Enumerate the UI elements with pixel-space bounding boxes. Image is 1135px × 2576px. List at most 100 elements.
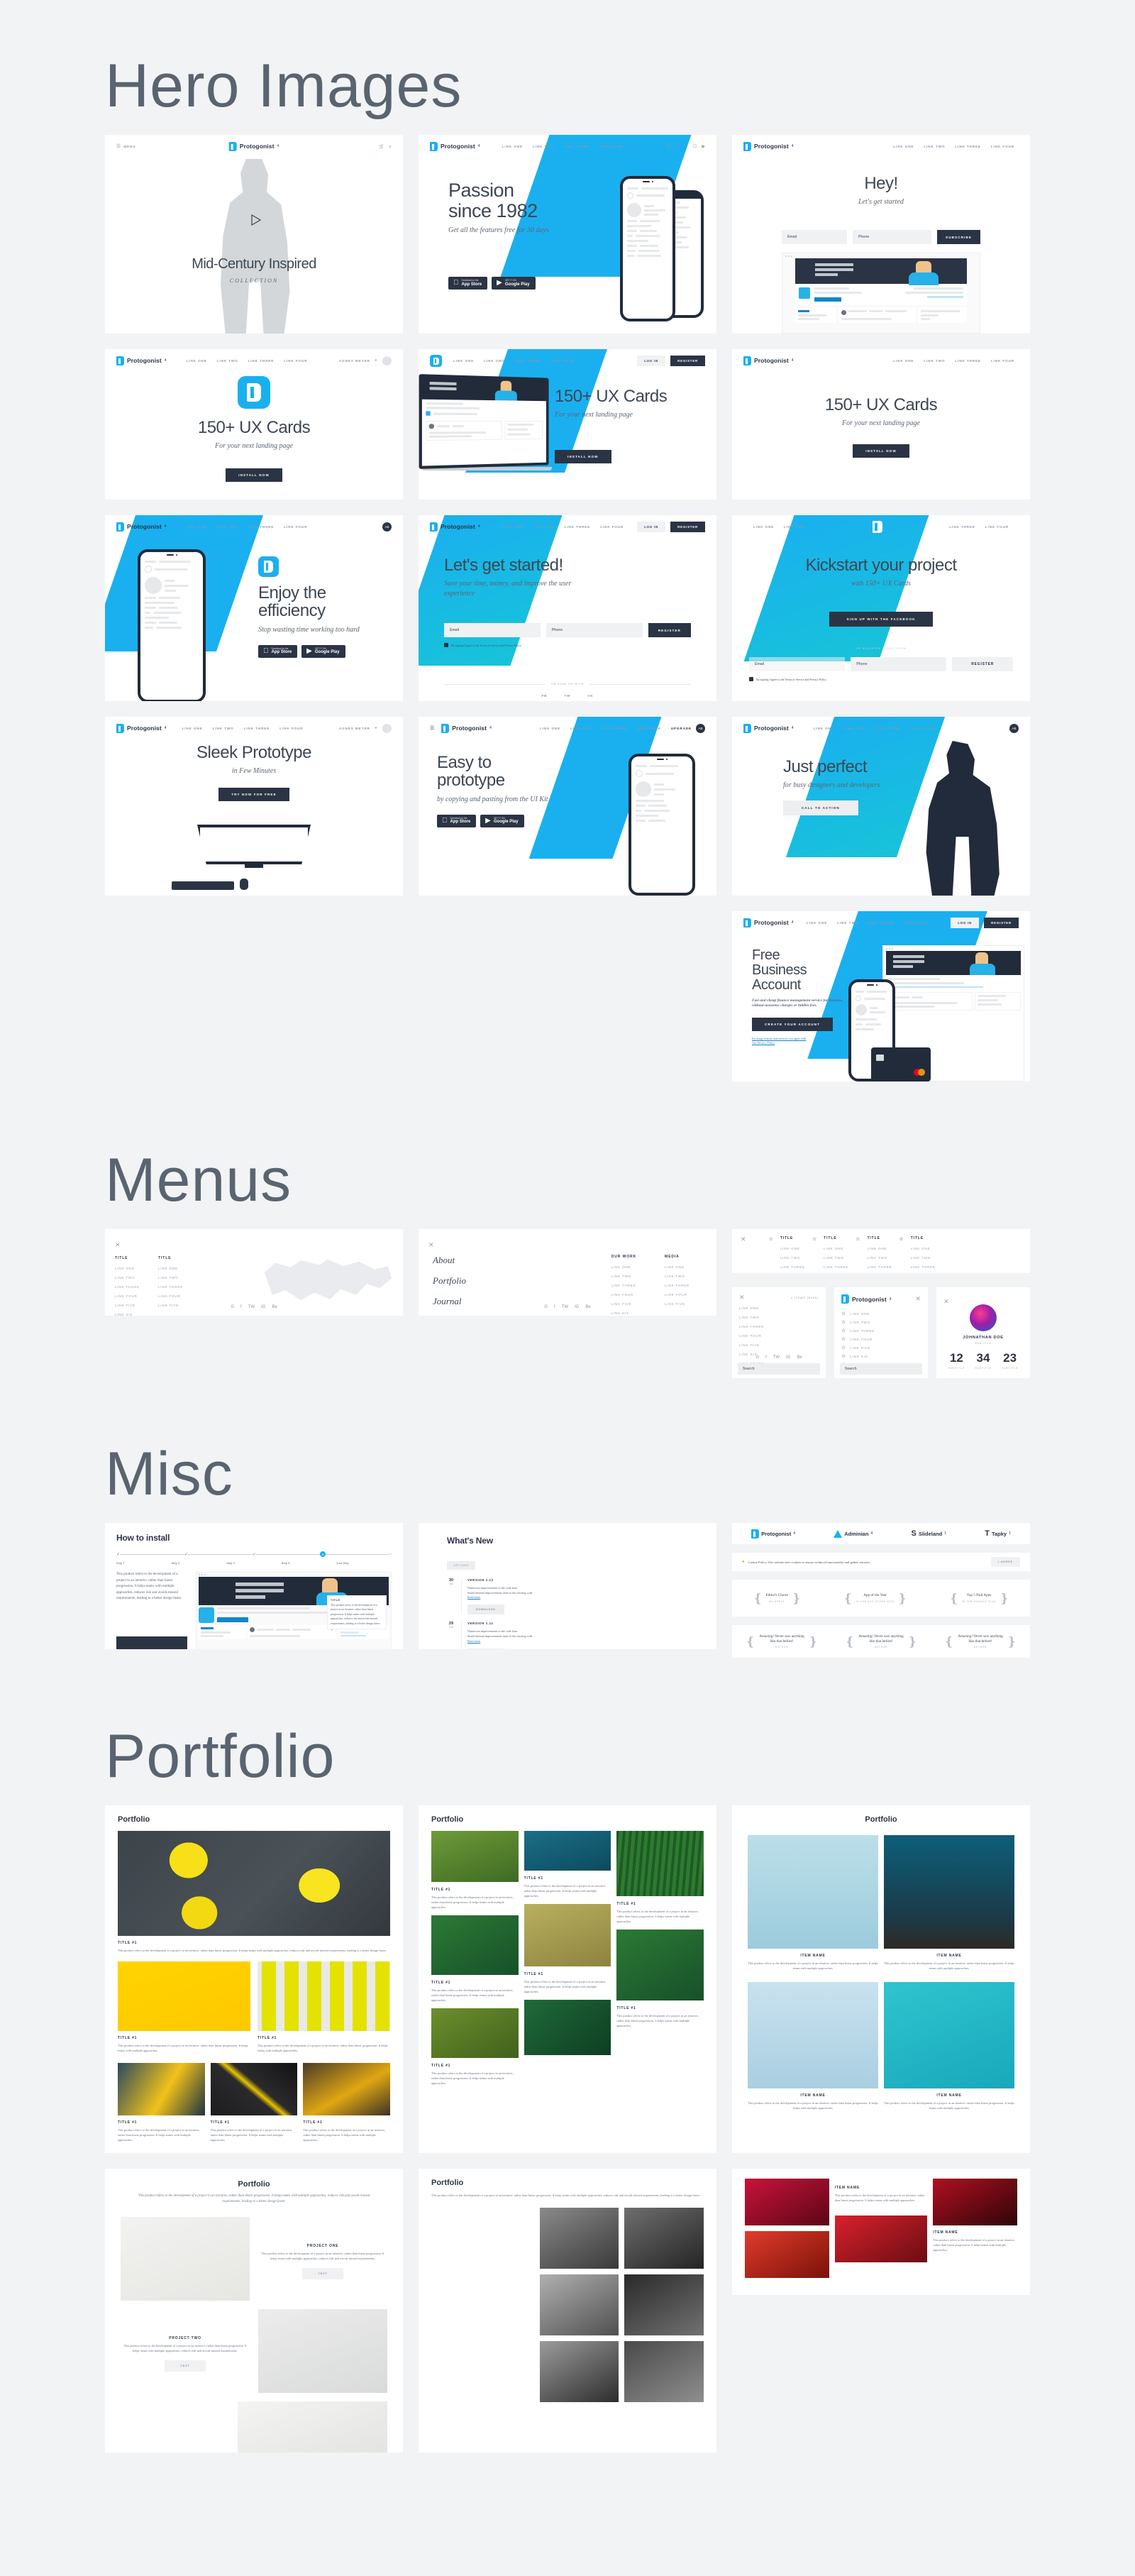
email-input[interactable]: Email: [782, 230, 847, 244]
menu-link[interactable]: LINK THREE: [611, 1284, 636, 1287]
brand-logo[interactable]: Protogonist 4: [441, 724, 492, 733]
menu-link[interactable]: LINK THREE: [158, 1285, 183, 1289]
hero-card-lets-get-started[interactable]: Protogonist 4 LINK ONE LINK TWO LINK THRE…: [419, 515, 716, 701]
nav-link-two[interactable]: LINK TWO: [533, 525, 555, 529]
email-input[interactable]: Email: [444, 623, 541, 637]
nav-link-four[interactable]: LINK FOUR: [911, 727, 934, 730]
menu-card-cart[interactable]: ✕ 4 ITEMS ($450) LINK ONE LINK TWO LINK …: [732, 1287, 826, 1378]
portfolio-image-leaves[interactable]: [431, 1915, 519, 1975]
nav-link-four[interactable]: LINK FOUR: [991, 359, 1014, 363]
protogonist-app-icon[interactable]: [430, 355, 442, 367]
facebook-login-icon[interactable]: FB: [541, 694, 547, 698]
instagram-icon[interactable]: IG: [575, 1305, 579, 1309]
brand-logo[interactable]: Protogonist 4: [116, 356, 167, 365]
nav-link-three[interactable]: LINK THREE: [248, 359, 275, 363]
avatar[interactable]: AB: [1009, 724, 1019, 733]
portfolio-image-red[interactable]: [835, 2216, 928, 2262]
nav-link-four[interactable]: LINK FOUR: [284, 525, 307, 529]
subscribe-button[interactable]: SUBSCRIBE: [937, 230, 980, 244]
step-active-dot[interactable]: 4: [320, 1551, 326, 1557]
nav-link-four[interactable]: LINK FOUR: [904, 921, 928, 925]
nav-item-about[interactable]: About: [433, 1255, 466, 1266]
login-button[interactable]: LOG IN: [637, 356, 665, 366]
nav-link-one[interactable]: LINK ONE: [814, 727, 834, 730]
install-now-button[interactable]: INSTALL NOW: [226, 468, 282, 482]
download-button[interactable]: DOWNLOAD: [467, 1605, 504, 1614]
facebook-icon[interactable]: ⛶: [676, 144, 679, 149]
register-button[interactable]: REGISTER: [984, 918, 1019, 928]
menu-link[interactable]: LINK ONE: [115, 1267, 140, 1270]
brand-logo[interactable]: Protogonist 4: [116, 522, 167, 532]
install-now-button[interactable]: INSTALL NOW: [853, 444, 909, 458]
protogonist-logo-icon[interactable]: [873, 521, 882, 533]
menu-link[interactable]: LINK THREE: [739, 1325, 819, 1328]
logo-protogonist[interactable]: Protogonist 4: [751, 1529, 795, 1539]
avatar[interactable]: [382, 356, 392, 365]
portfolio-image-bw[interactable]: [540, 2341, 619, 2402]
login-button[interactable]: LOG IN: [637, 522, 665, 532]
close-icon[interactable]: ✕: [943, 1298, 949, 1305]
close-icon[interactable]: ✕: [115, 1241, 121, 1248]
close-icon[interactable]: ✕: [915, 1296, 921, 1302]
nav-link-three[interactable]: LINK THREE: [244, 727, 270, 730]
menu-link[interactable]: LINK THREE: [824, 1265, 848, 1269]
menu-link[interactable]: LINK TWO: [115, 1276, 140, 1279]
menu-link[interactable]: LINK THREE: [115, 1285, 140, 1289]
portfolio-image-olives[interactable]: [431, 2008, 519, 2058]
vk-login-icon[interactable]: VK: [587, 694, 593, 698]
nav-link-three[interactable]: LINK THREE: [248, 525, 275, 529]
menu-link[interactable]: LINK TWO: [911, 1256, 936, 1260]
menu-card-profile[interactable]: ✕ JOHNATHAN DOE SUBTITLE 12 SUBTITLE 34: [936, 1287, 1030, 1378]
portfolio-image-red[interactable]: [745, 2179, 829, 2225]
portfolio-image-red[interactable]: [745, 2231, 829, 2278]
behance-icon[interactable]: Be: [797, 1355, 802, 1360]
brand-logo[interactable]: Protogonist 4: [116, 724, 167, 733]
nav-link-two[interactable]: LINK TWO: [484, 359, 505, 363]
hero-card-passion[interactable]: Protogonist 4 LINK ONE LINK TWO LINK THRE…: [419, 135, 716, 334]
nav-link-four[interactable]: LINK FOUR: [985, 525, 1009, 529]
portfolio-image-red[interactable]: [933, 2179, 1017, 2225]
portfolio-image-sky[interactable]: [748, 1982, 878, 2088]
portfolio-image-aerial[interactable]: [524, 1831, 611, 1871]
hero-card-efficiency[interactable]: Protogonist 4 LINK ONE LINK TWO LINK THRE…: [105, 515, 403, 701]
nav-link-three[interactable]: LINK THREE: [515, 359, 541, 363]
star-icon[interactable]: ☆: [841, 1328, 846, 1333]
app-store-button[interactable]:  Download on theApp Store: [437, 815, 476, 827]
nav-link-three[interactable]: LINK THREE: [565, 525, 591, 529]
portfolio-image-arch[interactable]: [258, 2309, 387, 2393]
search-input[interactable]: Search: [840, 1363, 922, 1375]
facebook-icon[interactable]: f: [240, 1305, 242, 1309]
google-play-button[interactable]: ▶ GET IT ON Google Play: [301, 645, 345, 658]
hero-card-ux-cards-plain[interactable]: Protogonist 4 LINK ONE LINK TWO LINK THRE…: [732, 349, 1030, 500]
menu-card-mega[interactable]: ✕ ☆ TITLE LINK ONE LINK TWO LINK THREE L…: [732, 1229, 1030, 1273]
menu-link[interactable]: LINK TWO: [824, 1256, 848, 1260]
portfolio-image-daisy[interactable]: [748, 1835, 878, 1949]
brand-logo[interactable]: Protogonist 4: [743, 142, 794, 151]
nav-link-two[interactable]: LINK TWO: [844, 727, 865, 730]
menu-card-starred[interactable]: Protogonist 4 ✕ ☆ LINK ONE ☆ LINK TWO ☆ LINK…: [834, 1287, 928, 1378]
portfolio-card-teal[interactable]: Portfolio ITEM NAME This product refers …: [732, 1805, 1030, 2153]
nav-link-four[interactable]: LINK FOUR: [599, 145, 623, 148]
menu-link[interactable]: LINK FOUR: [158, 1294, 183, 1298]
menu-link[interactable]: LINK FOUR: [611, 1293, 636, 1297]
avatar[interactable]: [382, 724, 392, 733]
avatar[interactable]: [970, 1304, 997, 1331]
nav-link-two[interactable]: LINK TWO: [217, 359, 238, 363]
cookie-agree-button[interactable]: I AGREE: [991, 1557, 1020, 1567]
brand-logo[interactable]: Protogonist 4: [229, 142, 279, 151]
consent-checkbox[interactable]: [444, 643, 448, 647]
hero-card-kickstart[interactable]: LINK ONE LINK TWO LINK THREE LINK FOUR K…: [732, 515, 1030, 701]
star-icon[interactable]: ☆: [841, 1353, 846, 1359]
nav-link-one[interactable]: LINK ONE: [893, 145, 914, 148]
download-button[interactable]: DOWNLOAD: [467, 1648, 504, 1649]
nav-link-four[interactable]: LINK FOUR: [279, 727, 303, 730]
menu-link[interactable]: LINK TWO: [867, 1256, 892, 1260]
nav-link-four[interactable]: LINK FOUR: [600, 525, 624, 529]
consent-row[interactable]: By signing I agree to the Terms of Servi…: [749, 677, 1013, 681]
portfolio-image-smoke[interactable]: [118, 2063, 205, 2115]
instagram-icon[interactable]: ☐: [693, 144, 697, 149]
close-icon[interactable]: ✕: [428, 1241, 434, 1248]
menu-link[interactable]: LINK TWO: [158, 1276, 183, 1279]
star-icon[interactable]: ☆: [841, 1319, 846, 1325]
play-button-icon[interactable]: [251, 214, 261, 226]
